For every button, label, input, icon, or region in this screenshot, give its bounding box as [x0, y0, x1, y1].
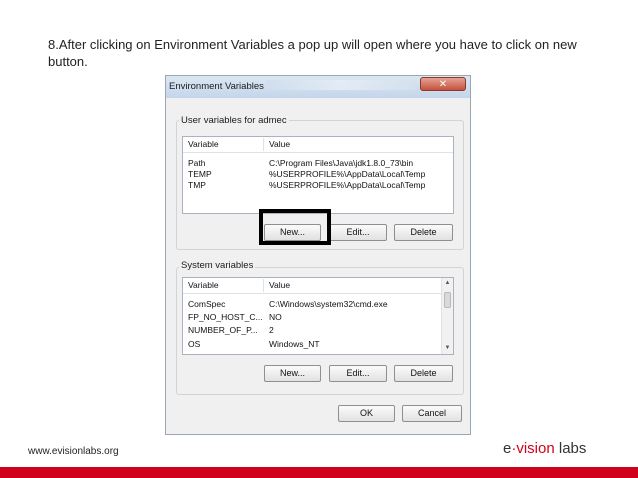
cancel-button[interactable]: Cancel	[402, 405, 462, 422]
system-row-comspec[interactable]: ComSpec C:\Windows\system32\cmd.exe	[183, 299, 453, 310]
close-button[interactable]: ✕	[420, 77, 466, 91]
scroll-down-icon[interactable]: ▼	[442, 343, 453, 354]
system-variables-list[interactable]: Variable Value ComSpec C:\Windows\system…	[182, 277, 454, 355]
user-edit-button[interactable]: Edit...	[329, 224, 387, 241]
website-url: www.evisionlabs.org	[28, 446, 119, 457]
dialog-titlebar[interactable]: Environment Variables ✕	[166, 76, 470, 98]
user-row-tmp[interactable]: TMP %USERPROFILE%\AppData\Local\Temp	[183, 180, 453, 191]
user-row-value: C:\Program Files\Java\jdk1.8.0_73\bin	[269, 158, 414, 168]
footer-accent-bar	[0, 467, 638, 478]
system-new-button[interactable]: New...	[264, 365, 321, 382]
user-variables-label: User variables for admec	[179, 115, 289, 126]
instruction-text: 8.After clicking on Environment Variable…	[48, 37, 577, 69]
titlebar-shadow-text	[266, 80, 416, 90]
system-row-variable: NUMBER_OF_P...	[188, 325, 258, 335]
system-list-scrollbar[interactable]: ▲ ▼	[441, 278, 453, 354]
system-list-header: Variable Value	[183, 278, 453, 294]
scroll-thumb[interactable]	[444, 292, 451, 308]
user-list-header: Variable Value	[183, 137, 453, 153]
user-row-variable: TMP	[188, 180, 206, 190]
user-delete-button[interactable]: Delete	[394, 224, 453, 241]
system-row-value: C:\Windows\system32\cmd.exe	[269, 299, 388, 309]
user-column-variable[interactable]: Variable	[188, 139, 219, 149]
system-variables-label: System variables	[179, 260, 256, 271]
environment-variables-dialog: Environment Variables ✕ User variables f…	[165, 75, 471, 435]
system-row-variable: FP_NO_HOST_C...	[188, 312, 263, 322]
user-row-temp[interactable]: TEMP %USERPROFILE%\AppData\Local\Temp	[183, 169, 453, 180]
logo-suffix: labs	[554, 440, 587, 457]
user-row-value: %USERPROFILE%\AppData\Local\Temp	[269, 180, 426, 190]
dialog-title: Environment Variables	[169, 81, 264, 92]
user-row-path[interactable]: Path C:\Program Files\Java\jdk1.8.0_73\b…	[183, 158, 453, 169]
system-delete-button[interactable]: Delete	[394, 365, 453, 382]
system-row-variable: OS	[188, 339, 201, 349]
system-row-variable: ComSpec	[188, 299, 226, 309]
system-edit-button[interactable]: Edit...	[329, 365, 387, 382]
system-row-value: NO	[269, 312, 282, 322]
ok-button[interactable]: OK	[338, 405, 395, 422]
system-row-number-of-processors[interactable]: NUMBER_OF_P... 2	[183, 325, 453, 336]
system-column-variable[interactable]: Variable	[188, 280, 219, 290]
system-row-fp-no-host[interactable]: FP_NO_HOST_C... NO	[183, 312, 453, 323]
system-row-value: 2	[269, 325, 274, 335]
system-row-os[interactable]: OS Windows_NT	[183, 339, 453, 350]
user-variables-list[interactable]: Variable Value Path C:\Program Files\Jav…	[182, 136, 454, 214]
system-column-value[interactable]: Value	[269, 280, 290, 290]
new-button-highlight	[259, 209, 331, 245]
user-row-value: %USERPROFILE%\AppData\Local\Temp	[269, 169, 426, 179]
scroll-up-icon[interactable]: ▲	[442, 278, 453, 289]
logo-accent: vision	[516, 440, 555, 457]
user-row-variable: TEMP	[188, 169, 212, 179]
user-column-value[interactable]: Value	[269, 139, 290, 149]
system-row-value: Windows_NT	[269, 339, 320, 349]
user-row-variable: Path	[188, 158, 206, 168]
evision-labs-logo: e·vision labs	[503, 440, 586, 457]
